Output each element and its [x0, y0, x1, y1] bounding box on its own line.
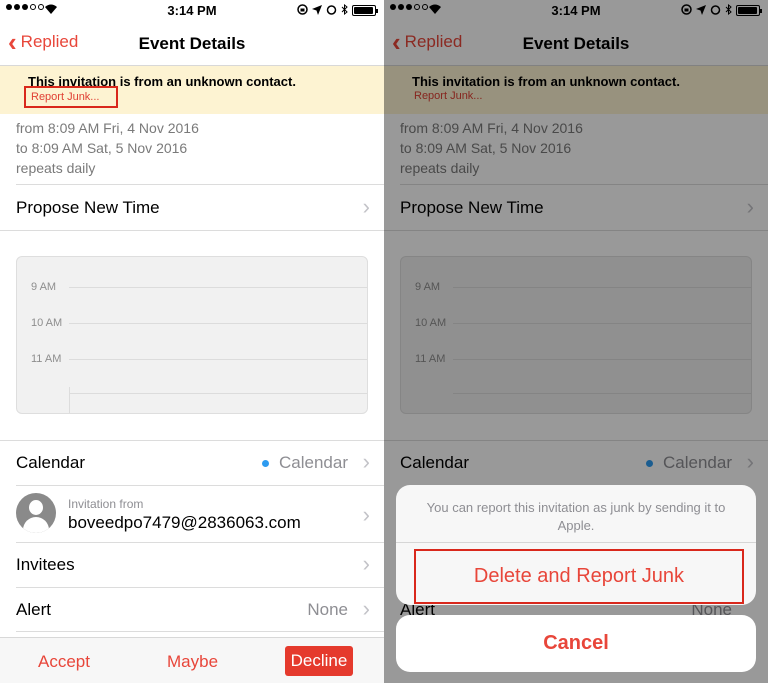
report-junk-action-sheet: You can report this invitation as junk b…: [396, 485, 756, 605]
event-marker: [69, 387, 70, 413]
alert-value: None: [307, 600, 348, 619]
event-start: from 8:09 AM Fri, 4 Nov 2016: [16, 120, 199, 136]
cancel-button[interactable]: Cancel: [396, 615, 756, 672]
divider: [16, 631, 384, 632]
chevron-right-icon: ›: [362, 596, 370, 621]
hour-line: [69, 287, 367, 288]
hour-line: [69, 359, 367, 360]
hour-label: 9 AM: [31, 281, 57, 293]
calendar-value-wrap: Calendar: [262, 453, 348, 473]
hour-line: [69, 393, 367, 394]
alarm-icon: [326, 3, 337, 18]
propose-label: Propose New Time: [16, 198, 160, 217]
event-end: to 8:09 AM Sat, 5 Nov 2016: [16, 140, 188, 156]
alert-label: Alert: [16, 600, 51, 619]
maybe-button[interactable]: Maybe: [167, 652, 218, 672]
location-icon: [312, 3, 322, 18]
divider: [16, 184, 384, 185]
avatar: [16, 493, 56, 533]
day-timeline: 9 AM 10 AM 11 AM: [16, 256, 368, 414]
accept-button[interactable]: Accept: [38, 652, 90, 672]
action-sheet-message: You can report this invitation as junk b…: [426, 500, 726, 533]
divider: [16, 485, 384, 486]
delete-and-report-junk-button[interactable]: Delete and Report Junk: [414, 549, 744, 604]
alert-row[interactable]: Alert None ›: [16, 596, 370, 621]
chevron-right-icon: ›: [362, 194, 370, 219]
hour-line: [69, 323, 367, 324]
battery-icon: [352, 5, 378, 16]
report-junk-link[interactable]: Report Junk...: [24, 86, 118, 108]
decline-button[interactable]: Decline: [285, 646, 353, 676]
divider: [0, 440, 384, 441]
calendar-value: Calendar: [279, 453, 348, 472]
status-bar: 3:14 PM: [0, 0, 384, 22]
divider: [396, 542, 756, 543]
invitation-from-label: Invitation from: [68, 497, 144, 511]
propose-new-time-row[interactable]: Propose New Time ›: [16, 194, 370, 219]
divider: [0, 230, 384, 231]
event-repeat: repeats daily: [16, 160, 96, 176]
battery-fill: [354, 7, 373, 14]
divider: [16, 587, 384, 588]
divider: [16, 542, 384, 543]
calendar-label: Calendar: [16, 453, 85, 472]
invitees-row[interactable]: Invitees ›: [16, 551, 370, 576]
chevron-right-icon: ›: [362, 551, 370, 576]
rotation-lock-icon: [297, 3, 308, 18]
inviter-email[interactable]: boveedpo7479@2836063.com: [68, 513, 301, 533]
chevron-right-icon: ›: [362, 502, 370, 527]
left-screen: 3:14 PM ‹ Replied Event Details This inv…: [0, 0, 384, 683]
calendar-row[interactable]: Calendar Calendar ›: [16, 449, 370, 474]
event-dates: from 8:09 AM Fri, 4 Nov 2016 to 8:09 AM …: [16, 118, 199, 178]
bluetooth-icon: [341, 3, 348, 18]
hour-label: 10 AM: [31, 317, 63, 329]
page-title: Event Details: [138, 34, 246, 53]
invitees-label: Invitees: [16, 555, 75, 574]
hour-label: 11 AM: [31, 353, 62, 365]
navigation-bar: ‹ Replied Event Details: [0, 22, 384, 66]
chevron-right-icon: ›: [362, 449, 370, 474]
calendar-color-dot: [262, 460, 269, 468]
screenshot-root: 3:14 PM ‹ Replied Event Details This inv…: [0, 0, 768, 683]
